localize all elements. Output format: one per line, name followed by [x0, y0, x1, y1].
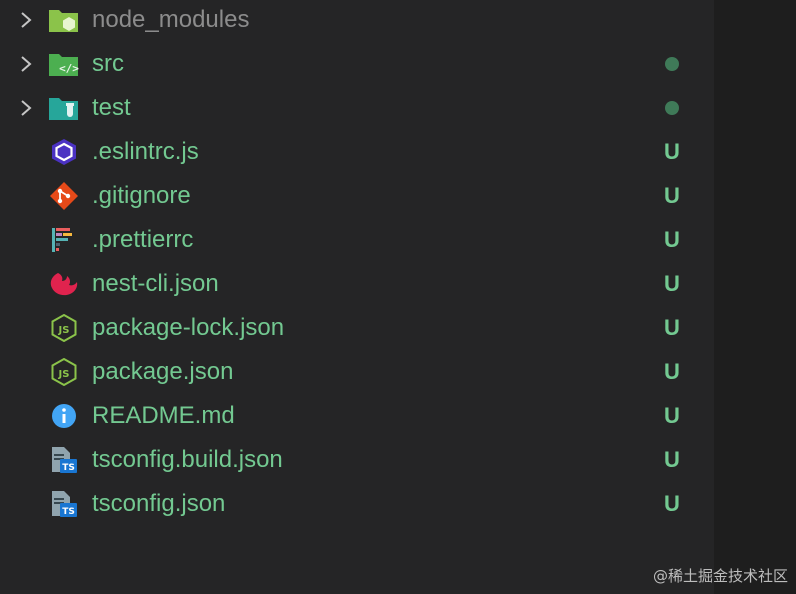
- folder-node-icon: [48, 6, 80, 34]
- row-label: .eslintrc.js: [92, 138, 199, 165]
- file-row[interactable]: TS tsconfig.build.json U: [0, 438, 714, 482]
- svg-text:TS: TS: [62, 507, 75, 517]
- chevron-right-icon[interactable]: [16, 52, 36, 76]
- untracked-badge: U: [656, 130, 688, 174]
- modified-dot-indicator: [656, 42, 688, 86]
- untracked-letter: U: [664, 139, 680, 164]
- row-label: tsconfig.build.json: [92, 446, 283, 473]
- row-label: .gitignore: [92, 182, 191, 209]
- git-icon: [48, 182, 80, 210]
- row-label: README.md: [92, 402, 235, 429]
- untracked-letter: U: [664, 403, 680, 428]
- svg-text:</>: </>: [59, 62, 79, 75]
- watermark: @稀土掘金技术社区: [652, 567, 788, 585]
- folder-row[interactable]: node_modules: [0, 0, 714, 42]
- folder-src-icon: </>: [48, 50, 80, 78]
- file-row[interactable]: TS tsconfig.json U: [0, 482, 714, 526]
- row-label: node_modules: [92, 6, 250, 33]
- untracked-letter: U: [664, 447, 680, 472]
- eslint-icon: [48, 138, 80, 166]
- folder-row[interactable]: test: [0, 86, 714, 130]
- untracked-badge: U: [656, 438, 688, 482]
- untracked-badge: U: [656, 394, 688, 438]
- folder-row[interactable]: </> src: [0, 42, 714, 86]
- file-row[interactable]: .gitignore U: [0, 174, 714, 218]
- svg-text:JS: JS: [58, 325, 70, 336]
- row-label: nest-cli.json: [92, 270, 219, 297]
- nodejs-icon: JS: [48, 357, 80, 387]
- file-explorer: node_modules </> src test .eslintrc.js U .giti…: [0, 0, 714, 594]
- row-label: test: [92, 94, 131, 121]
- svg-text:TS: TS: [62, 463, 75, 473]
- untracked-badge: U: [656, 306, 688, 350]
- untracked-letter: U: [664, 271, 680, 296]
- status-dot: [665, 57, 679, 71]
- file-row[interactable]: JS package-lock.json U: [0, 306, 714, 350]
- modified-dot-indicator: [656, 86, 688, 130]
- untracked-letter: U: [664, 227, 680, 252]
- nestjs-icon: [48, 270, 80, 298]
- editor-gutter: [714, 0, 796, 594]
- info-icon: [48, 402, 80, 430]
- untracked-letter: U: [664, 315, 680, 340]
- untracked-letter: U: [664, 183, 680, 208]
- row-label: tsconfig.json: [92, 490, 226, 517]
- svg-text:JS: JS: [58, 369, 70, 380]
- tsconfig-icon: TS: [48, 446, 80, 474]
- untracked-letter: U: [664, 491, 680, 516]
- file-row[interactable]: nest-cli.json U: [0, 262, 714, 306]
- row-label: package-lock.json: [92, 314, 285, 341]
- tsconfig-icon: TS: [48, 490, 80, 518]
- untracked-letter: U: [664, 359, 680, 384]
- status-dot: [665, 101, 679, 115]
- file-row[interactable]: .eslintrc.js U: [0, 130, 714, 174]
- row-label: src: [92, 50, 124, 77]
- row-label: .prettierrc: [92, 226, 194, 253]
- folder-test-icon: [48, 94, 80, 122]
- chevron-right-icon[interactable]: [16, 8, 36, 32]
- untracked-badge: U: [656, 482, 688, 526]
- untracked-badge: U: [656, 262, 688, 306]
- nodejs-icon: JS: [48, 313, 80, 343]
- untracked-badge: U: [656, 174, 688, 218]
- file-row[interactable]: .prettierrc U: [0, 218, 714, 262]
- row-label: package.json: [92, 358, 234, 385]
- prettier-icon: [48, 226, 80, 254]
- file-row[interactable]: JS package.json U: [0, 350, 714, 394]
- chevron-right-icon[interactable]: [16, 96, 36, 120]
- file-row[interactable]: README.md U: [0, 394, 714, 438]
- untracked-badge: U: [656, 218, 688, 262]
- untracked-badge: U: [656, 350, 688, 394]
